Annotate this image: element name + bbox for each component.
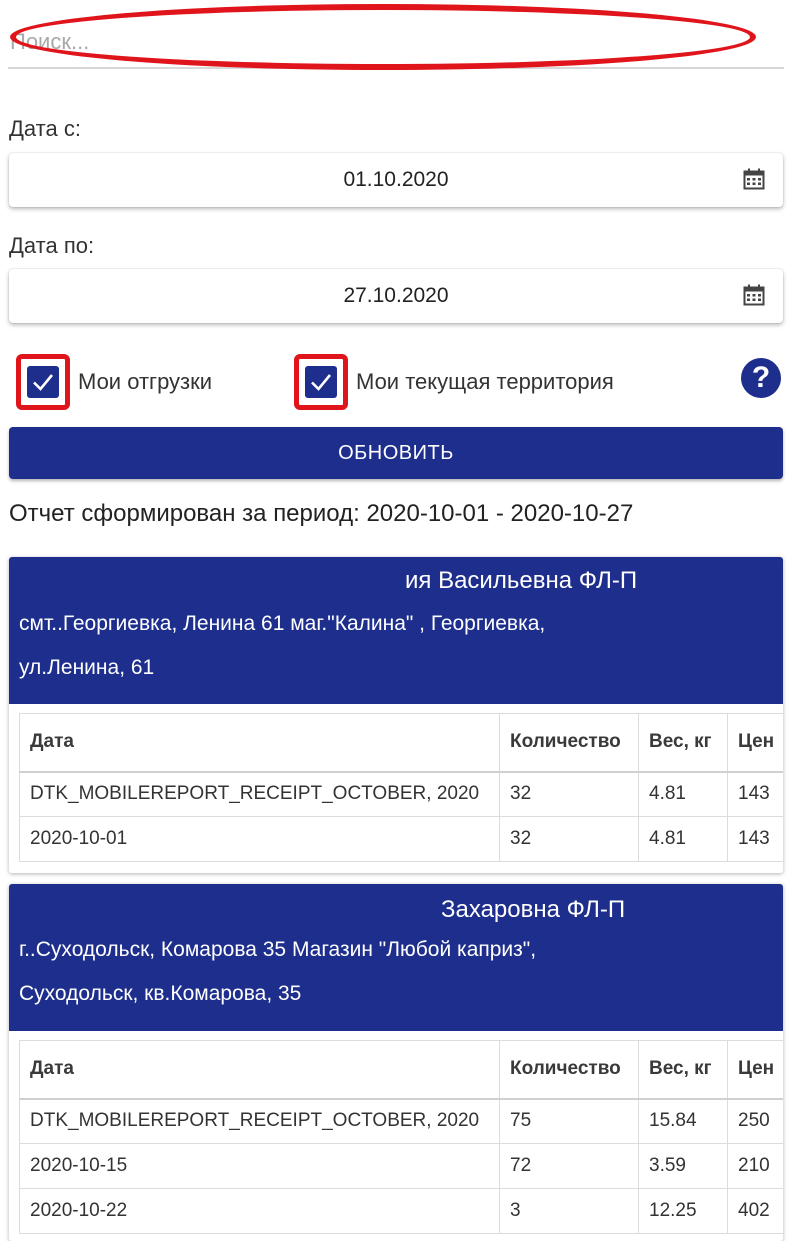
table-cell: DTK_MOBILEREPORT_RECEIPT_OCTOBER, 2020: [19, 771, 500, 817]
table-cell: DTK_MOBILEREPORT_RECEIPT_OCTOBER, 2020: [19, 1098, 500, 1144]
filter-checkboxes: Мои отгрузки Мои текущая территория: [0, 354, 791, 414]
table-cell: 3: [499, 1188, 639, 1234]
receipt-table: Дата Количество Вес, кг Цен DTK_MOBILERE…: [19, 713, 783, 862]
table-row: 2020-10-01 32 4.81 143: [19, 816, 783, 862]
column-header-date: Дата: [19, 1040, 500, 1100]
column-header-quantity: Количество: [499, 713, 639, 773]
search-underline: [8, 67, 784, 69]
table-cell: 4.81: [638, 771, 728, 817]
checkmark-icon: [311, 374, 332, 391]
table-cell: 12.25: [638, 1188, 728, 1234]
my-territory-label[interactable]: Мои текущая территория: [356, 369, 614, 395]
receipt-table-wrapper[interactable]: Дата Количество Вес, кг Цен DTK_MOBILERE…: [19, 713, 783, 862]
column-header-weight: Вес, кг: [638, 1040, 728, 1100]
calendar-icon[interactable]: [743, 168, 765, 190]
refresh-button[interactable]: ОБНОВИТЬ: [9, 427, 783, 479]
table-header-row: Дата Количество Вес, кг Цен: [19, 1040, 783, 1100]
date-to-label: Дата по:: [9, 233, 95, 258]
table-row: 2020-10-22 3 12.25 402: [19, 1188, 783, 1234]
my-territory-checkbox[interactable]: [305, 366, 337, 398]
calendar-icon[interactable]: [743, 284, 765, 306]
my-shipments-label[interactable]: Мои отгрузки: [78, 369, 212, 395]
client-card-header: Захаровна ФЛ-П г..Суходольск, Комарова 3…: [9, 884, 783, 1031]
client-card: Захаровна ФЛ-П г..Суходольск, Комарова 3…: [9, 884, 783, 1241]
date-to-value: 27.10.2020: [343, 284, 449, 307]
date-to-field[interactable]: 27.10.2020: [9, 269, 783, 323]
table-cell: 250: [727, 1098, 783, 1144]
table-header-row: Дата Количество Вес, кг Цен: [19, 713, 783, 773]
table-row: DTK_MOBILEREPORT_RECEIPT_OCTOBER, 2020 7…: [19, 1098, 783, 1144]
search-bar: [8, 0, 784, 70]
table-cell: 75: [499, 1098, 639, 1144]
checkmark-icon: [33, 374, 54, 391]
search-input[interactable]: [8, 22, 784, 62]
my-territory-highlight: [294, 354, 348, 410]
client-name: ия Васильевна ФЛ-П: [405, 567, 638, 594]
my-shipments-checkbox[interactable]: [27, 366, 59, 398]
client-name: Захаровна ФЛ-П: [441, 896, 626, 923]
receipt-table-wrapper[interactable]: Дата Количество Вес, кг Цен DTK_MOBILERE…: [19, 1040, 783, 1234]
client-card: ия Васильевна ФЛ-П смт..Георгиевка, Лени…: [9, 557, 783, 873]
table-cell: 15.84: [638, 1098, 728, 1144]
client-address-line: Суходольск, кв.Комарова, 35: [19, 982, 302, 1005]
column-header-weight: Вес, кг: [638, 713, 728, 773]
client-address: смт..Георгиевка, Ленина 61 маг."Калина" …: [19, 602, 719, 690]
table-cell: 210: [727, 1143, 783, 1189]
table-cell: 143: [727, 771, 783, 817]
date-from-value: 01.10.2020: [343, 168, 449, 191]
client-address-line: г..Суходольск, Комарова 35 Магазин "Любо…: [19, 938, 537, 961]
report-period-text: Отчет сформирован за период: 2020-10-01 …: [9, 500, 634, 527]
client-card-header: ия Васильевна ФЛ-П смт..Георгиевка, Лени…: [9, 557, 783, 704]
column-header-price: Цен: [727, 1040, 783, 1100]
table-cell: 72: [499, 1143, 639, 1189]
client-address: г..Суходольск, Комарова 35 Магазин "Любо…: [19, 928, 719, 1016]
column-header-quantity: Количество: [499, 1040, 639, 1100]
table-cell: 2020-10-22: [19, 1188, 500, 1234]
table-row: 2020-10-15 72 3.59 210: [19, 1143, 783, 1189]
table-cell: 402: [727, 1188, 783, 1234]
table-cell: 143: [727, 816, 783, 862]
table-cell: 32: [499, 816, 639, 862]
table-cell: 2020-10-15: [19, 1143, 500, 1189]
receipt-table: Дата Количество Вес, кг Цен DTK_MOBILERE…: [19, 1040, 783, 1234]
column-header-date: Дата: [19, 713, 500, 773]
table-cell: 2020-10-01: [19, 816, 500, 862]
my-shipments-highlight: [16, 354, 70, 410]
table-row: DTK_MOBILEREPORT_RECEIPT_OCTOBER, 2020 3…: [19, 771, 783, 817]
column-header-price: Цен: [727, 713, 783, 773]
client-address-line: ул.Ленина, 61: [19, 656, 155, 679]
date-from-label: Дата с:: [9, 116, 81, 141]
table-cell: 3.59: [638, 1143, 728, 1189]
table-cell: 4.81: [638, 816, 728, 862]
table-cell: 32: [499, 771, 639, 817]
date-from-field[interactable]: 01.10.2020: [9, 153, 783, 207]
client-address-line: смт..Георгиевка, Ленина 61 маг."Калина" …: [19, 612, 546, 635]
help-icon[interactable]: ?: [741, 358, 781, 398]
